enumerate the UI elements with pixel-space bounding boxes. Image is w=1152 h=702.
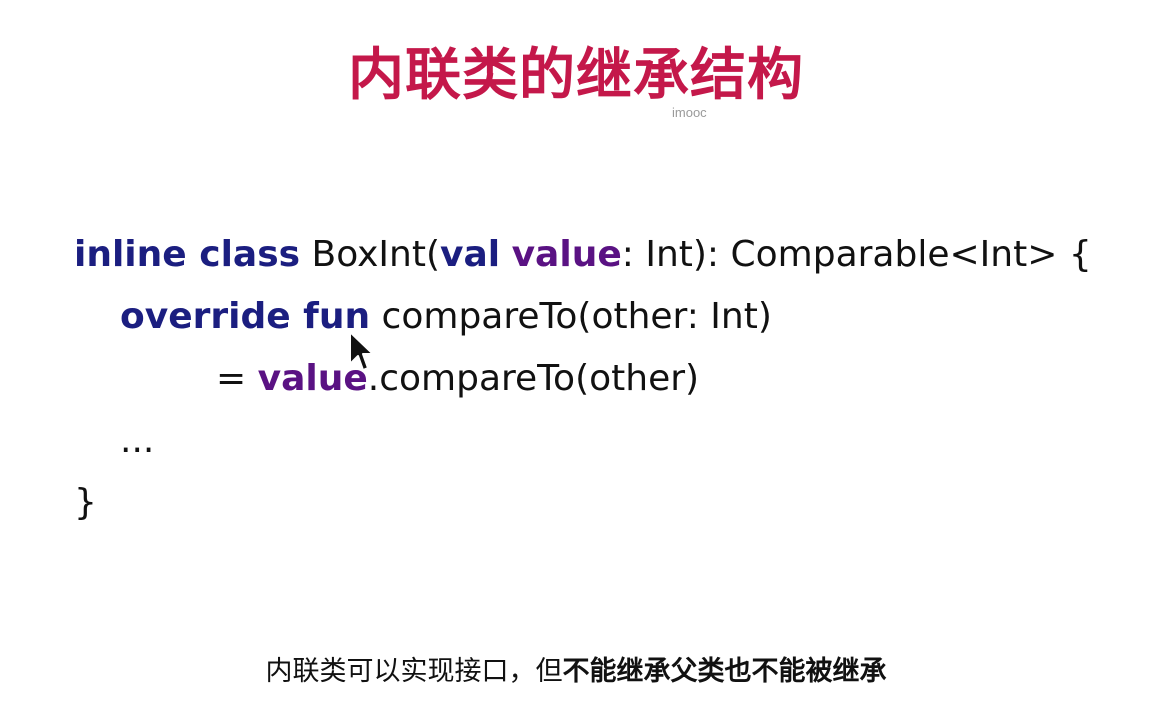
keyword-override-fun: override fun (120, 296, 371, 337)
subtitle-bold-text: 不能继承父类也不能被继承 (562, 656, 887, 687)
code-text: BoxInt( (300, 234, 441, 275)
code-line-1: inline class BoxInt(val value: Int): Com… (74, 230, 1092, 280)
code-line-4: ... (120, 416, 154, 466)
watermark-text: imooc (672, 105, 707, 120)
slide-title: 内联类的继承结构 (348, 43, 804, 108)
code-text: ... (120, 420, 155, 461)
mouse-pointer-icon (349, 331, 374, 371)
property-value: value (511, 234, 622, 275)
keyword-val: val (440, 234, 501, 275)
code-line-5: } (74, 478, 97, 528)
code-text: = (216, 358, 258, 399)
code-text: compareTo(other: Int) (370, 296, 772, 337)
code-text: .compareTo(other) (367, 358, 700, 399)
code-text: : Int): Comparable<Int> { (621, 234, 1092, 275)
code-line-2: override fun compareTo(other: Int) (120, 292, 772, 342)
keyword-inline-class: inline class (74, 234, 301, 275)
subtitle-plain-text: 内联类可以实现接口，但 (265, 656, 563, 687)
subtitle-caption: 内联类可以实现接口，但不能继承父类也不能被继承 (0, 652, 1152, 692)
code-text: } (74, 482, 97, 523)
code-line-3: = value.compareTo(other) (216, 354, 699, 404)
slide: 内联类的继承结构 imooc inline class BoxInt(val v… (0, 0, 1152, 702)
